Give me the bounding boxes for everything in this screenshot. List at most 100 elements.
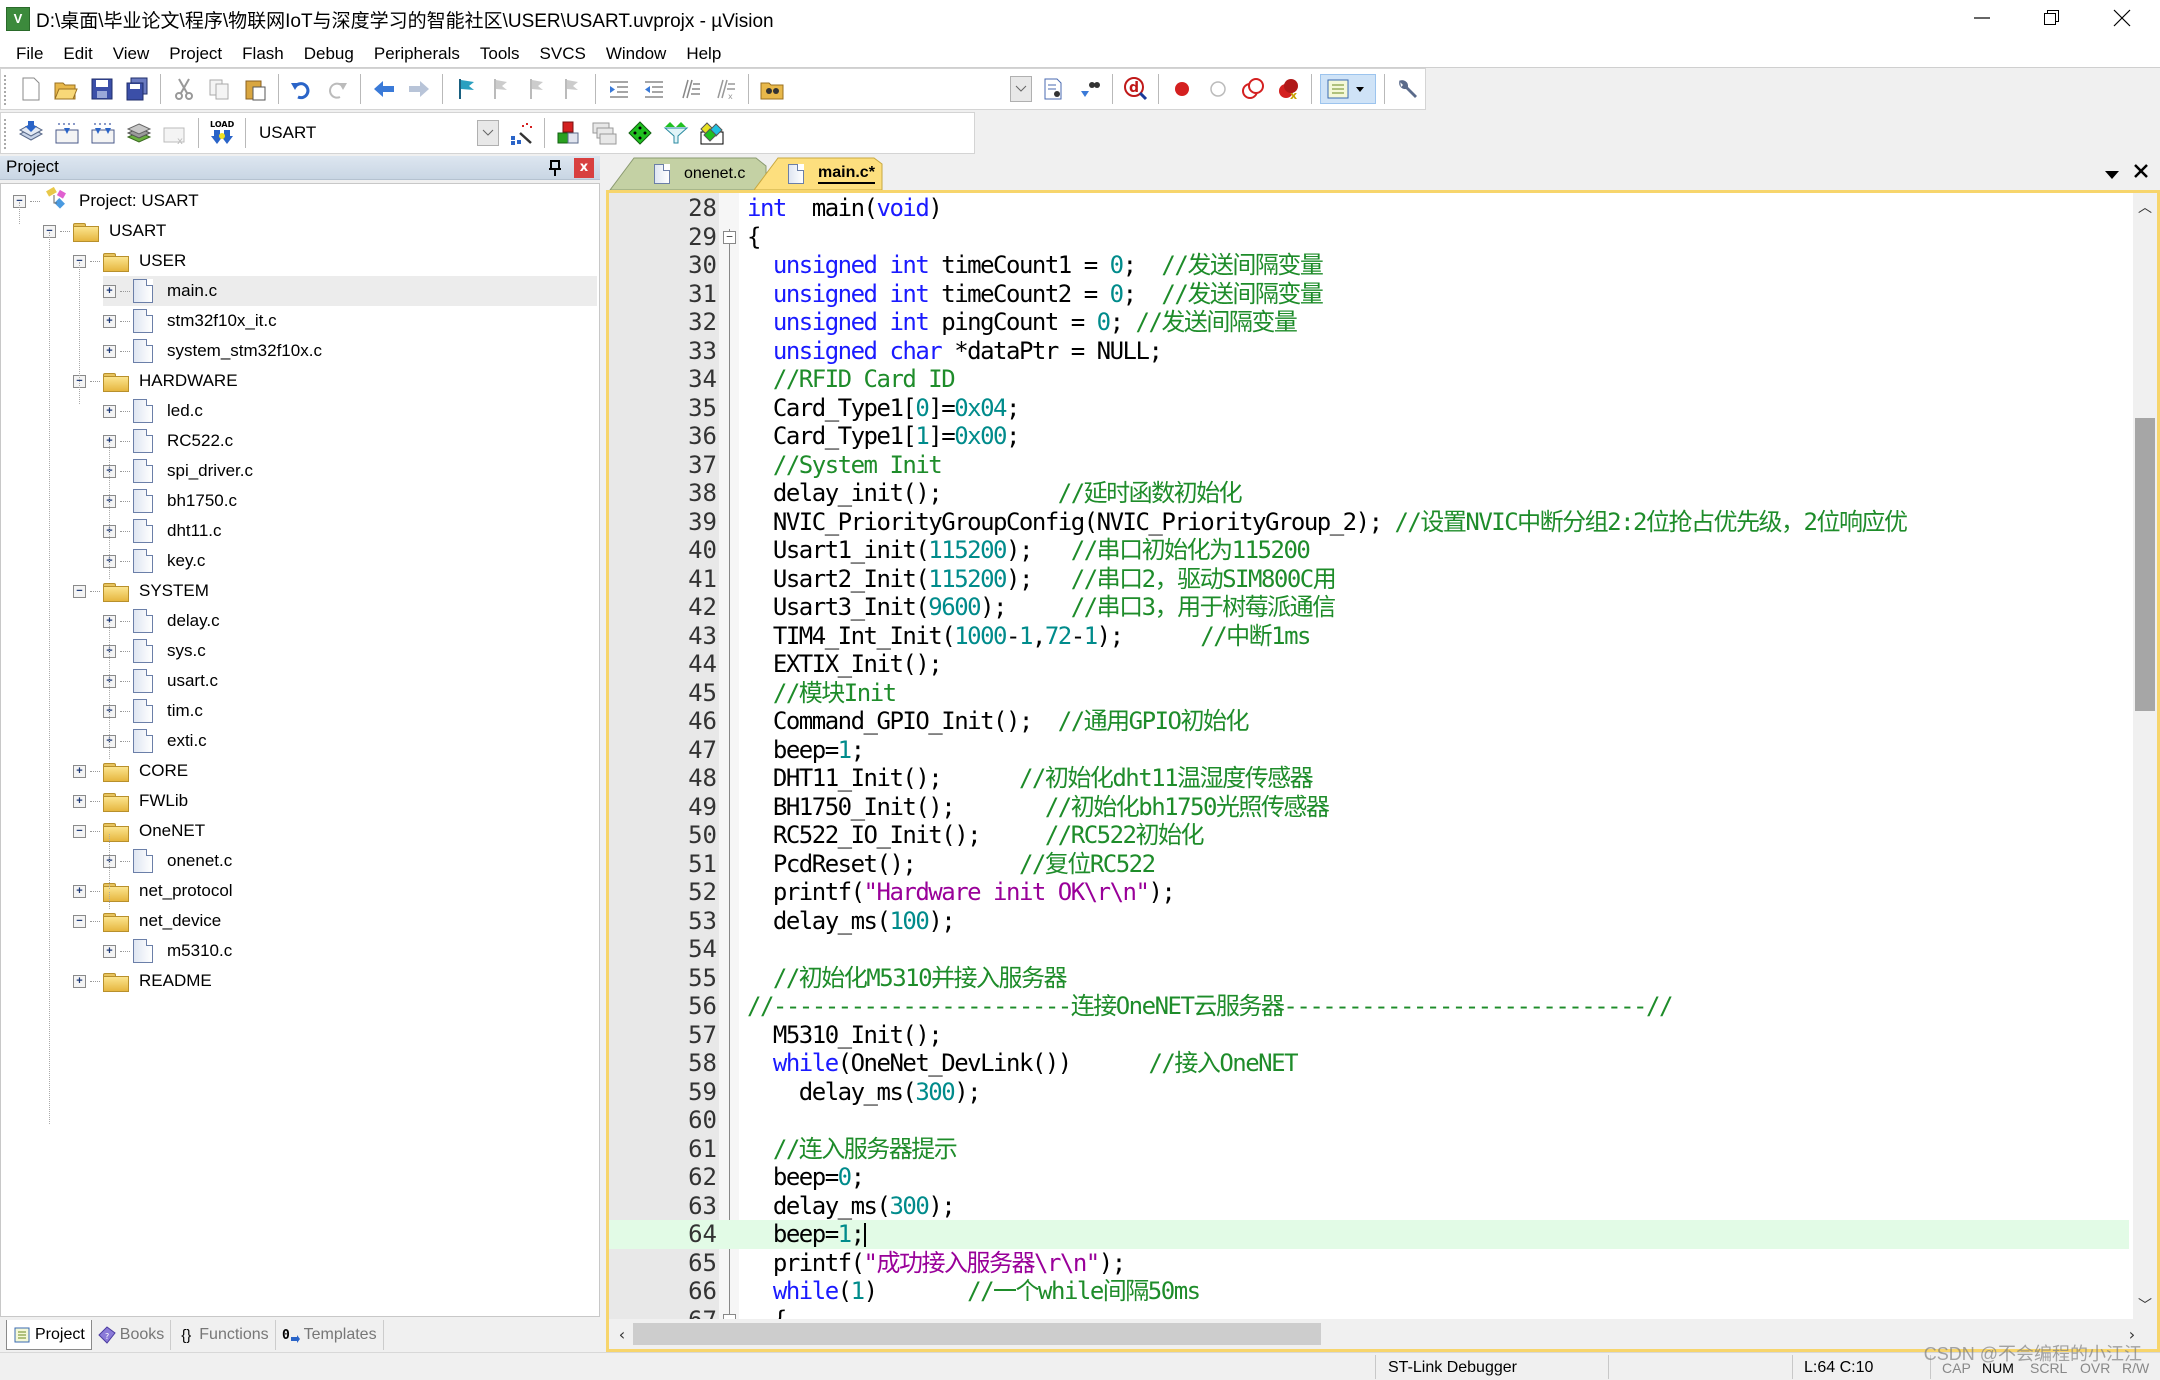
- save-all-button[interactable]: [123, 74, 153, 104]
- uncomment-button[interactable]: x: [710, 74, 740, 104]
- navigate-back-button[interactable]: [369, 74, 399, 104]
- tree-folder-item[interactable]: + CORE: [73, 756, 188, 786]
- code-line[interactable]: 60: [609, 1106, 2129, 1135]
- code-line[interactable]: 66 while(1) //一个while间隔50ms: [609, 1277, 2129, 1306]
- tree-file-item[interactable]: + dht11.c: [103, 516, 222, 546]
- code-line[interactable]: 31 unsigned int timeCount2 = 0; //发送间隔变量: [609, 280, 2129, 309]
- code-line[interactable]: 57 M5310_Init();: [609, 1021, 2129, 1050]
- expand-toggle-icon[interactable]: +: [73, 974, 86, 988]
- tree-folder-item[interactable]: − HARDWARE: [73, 366, 238, 396]
- code-editor[interactable]: 28 int main(void) 29−{30 unsigned int time…: [606, 190, 2160, 1352]
- code-line[interactable]: 40 Usart1_init(115200); //串口初始化为115200: [609, 536, 2129, 565]
- code-line[interactable]: 59 delay_ms(300);: [609, 1078, 2129, 1107]
- code-line[interactable]: 49 BH1750_Init(); //初始化bh1750光照传感器: [609, 793, 2129, 822]
- code-line[interactable]: 51 PcdReset(); //复位RC522: [609, 850, 2129, 879]
- code-line[interactable]: 58 while(OneNet_DevLink()) //接入OneNET: [609, 1049, 2129, 1078]
- tree-file-item[interactable]: + delay.c: [103, 606, 220, 636]
- target-options-button[interactable]: [506, 118, 536, 148]
- tree-folder-item[interactable]: − USER: [73, 246, 186, 276]
- tab-onenet-c[interactable]: onenet.c: [640, 158, 745, 190]
- tree-file-item[interactable]: + key.c: [103, 546, 205, 576]
- collapse-toggle-icon[interactable]: −: [73, 824, 86, 838]
- horizontal-scroll-thumb[interactable]: [633, 1323, 1321, 1345]
- tree-file-item[interactable]: + RC522.c: [103, 426, 233, 456]
- insert-breakpoint-button[interactable]: [1167, 74, 1197, 104]
- menu-peripherals[interactable]: Peripherals: [364, 44, 470, 64]
- code-line[interactable]: 42 Usart3_Init(9600); //串口3，用于树莓派通信: [609, 593, 2129, 622]
- code-line[interactable]: 62 beep=0;: [609, 1163, 2129, 1192]
- menu-project[interactable]: Project: [159, 44, 232, 64]
- tab-main-c[interactable]: main.c*: [774, 158, 875, 190]
- copy-button[interactable]: [205, 74, 235, 104]
- toolbar-grip[interactable]: [4, 119, 7, 149]
- tree-file-item[interactable]: + exti.c: [103, 726, 207, 756]
- comment-button[interactable]: [675, 74, 705, 104]
- tree-file-item[interactable]: + onenet.c: [103, 846, 232, 876]
- tree-file-item[interactable]: + m5310.c: [103, 936, 232, 966]
- tab-templates[interactable]: 0 Templates: [276, 1320, 384, 1350]
- code-line[interactable]: 45 //模块Init: [609, 679, 2129, 708]
- menu-view[interactable]: View: [103, 44, 160, 64]
- build-button[interactable]: [52, 118, 82, 148]
- scroll-down-button[interactable]: ﹀: [2133, 1293, 2157, 1317]
- expand-toggle-icon[interactable]: +: [73, 764, 86, 778]
- menu-file[interactable]: File: [6, 44, 53, 64]
- translate-button[interactable]: [16, 118, 46, 148]
- tree-file-item[interactable]: + spi_driver.c: [103, 456, 253, 486]
- code-line[interactable]: 50 RC522_IO_Init(); //RC522初始化: [609, 821, 2129, 850]
- new-file-button[interactable]: [16, 74, 46, 104]
- expand-toggle-icon[interactable]: +: [103, 404, 116, 418]
- configure-button[interactable]: [1393, 74, 1423, 104]
- toolbar-grip[interactable]: [4, 75, 7, 105]
- tab-list-dropdown[interactable]: [2104, 166, 2120, 185]
- code-line[interactable]: 37 //System Init: [609, 451, 2129, 480]
- tree-folder-item[interactable]: + README: [73, 966, 212, 996]
- tree-project-item[interactable]: − Project: USART: [13, 186, 199, 216]
- redo-button[interactable]: [322, 74, 352, 104]
- code-line[interactable]: 39 NVIC_PriorityGroupConfig(NVIC_Priorit…: [609, 508, 2129, 537]
- menu-help[interactable]: Help: [676, 44, 731, 64]
- save-button[interactable]: [87, 74, 117, 104]
- code-line[interactable]: 46 Command_GPIO_Init(); //通用GPIO初始化: [609, 707, 2129, 736]
- tree-file-item[interactable]: + stm32f10x_it.c: [103, 306, 277, 336]
- tree-target-item[interactable]: − USART: [43, 216, 166, 246]
- enable-breakpoint-button[interactable]: [1203, 74, 1233, 104]
- tree-file-item[interactable]: + bh1750.c: [103, 486, 237, 516]
- tree-folder-item[interactable]: + FWLib: [73, 786, 188, 816]
- scroll-left-button[interactable]: ‹: [611, 1321, 633, 1347]
- code-line[interactable]: 38 delay_init(); //延时函数初始化: [609, 479, 2129, 508]
- target-select-label[interactable]: USART: [251, 123, 451, 143]
- tree-folder-item[interactable]: + net_protocol: [73, 876, 233, 906]
- code-line[interactable]: 44 EXTIX_Init();: [609, 650, 2129, 679]
- navigate-forward-button[interactable]: [404, 74, 434, 104]
- window-layout-button[interactable]: [1320, 74, 1376, 104]
- select-packs-button[interactable]: [625, 118, 655, 148]
- code-line[interactable]: 43 TIM4_Int_Init(1000-1,72-1); //中断1ms: [609, 622, 2129, 651]
- fold-toggle-icon[interactable]: −: [723, 230, 736, 244]
- menu-edit[interactable]: Edit: [53, 44, 102, 64]
- expand-toggle-icon[interactable]: +: [103, 944, 116, 958]
- restore-button[interactable]: [2018, 0, 2086, 36]
- code-line[interactable]: 48 DHT11_Init(); //初始化dht11温湿度传感器: [609, 764, 2129, 793]
- menu-debug[interactable]: Debug: [294, 44, 364, 64]
- code-line[interactable]: 30 unsigned int timeCount1 = 0; //发送间隔变量: [609, 251, 2129, 280]
- find-dropdown[interactable]: [1010, 76, 1032, 102]
- pack-installer-button[interactable]: [661, 118, 691, 148]
- code-line[interactable]: 28 int main(void): [609, 194, 2129, 223]
- menu-svcs[interactable]: SVCS: [530, 44, 596, 64]
- tree-file-item[interactable]: + sys.c: [103, 636, 206, 666]
- find-button[interactable]: [1074, 74, 1104, 104]
- disable-all-breakpoints-button[interactable]: [1238, 74, 1268, 104]
- vertical-scroll-thumb[interactable]: [2135, 418, 2155, 711]
- collapse-toggle-icon[interactable]: −: [73, 914, 86, 928]
- code-line[interactable]: 53 delay_ms(100);: [609, 907, 2129, 936]
- find-in-files-button[interactable]: [757, 74, 787, 104]
- code-line[interactable]: 35 Card_Type1[0]=0x04;: [609, 394, 2129, 423]
- code-line[interactable]: 32 unsigned int pingCount = 0; //发送间隔变量: [609, 308, 2129, 337]
- expand-toggle-icon[interactable]: +: [103, 284, 116, 298]
- tree-file-item[interactable]: + led.c: [103, 396, 203, 426]
- tab-functions[interactable]: {} Functions: [171, 1320, 276, 1350]
- open-file-button[interactable]: [52, 74, 82, 104]
- code-line[interactable]: 56 //-----------------------连接OneNET云服务器-…: [609, 992, 2129, 1021]
- close-window-button[interactable]: [2088, 0, 2156, 36]
